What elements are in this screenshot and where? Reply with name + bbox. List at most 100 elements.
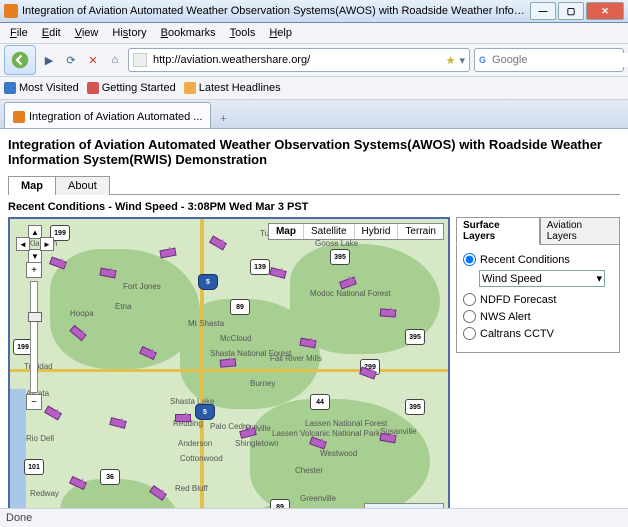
place-label: Mt Shasta bbox=[188, 319, 224, 328]
page-favicon-icon bbox=[133, 53, 147, 67]
place-label: Burney bbox=[250, 379, 275, 388]
route-shield: 5 bbox=[195, 404, 215, 420]
wind-arrow-icon bbox=[159, 248, 176, 259]
pan-left-button[interactable]: ◄ bbox=[16, 237, 30, 251]
place-label: Cottonwood bbox=[180, 454, 223, 463]
layers-panel: Surface Layers Aviation Layers Recent Co… bbox=[456, 217, 620, 527]
place-label: McCloud bbox=[220, 334, 252, 343]
radio-ndfd[interactable] bbox=[463, 293, 476, 306]
place-label: Lassen National Forest bbox=[305, 419, 387, 428]
zoom-in-button[interactable]: + bbox=[26, 262, 42, 278]
zoom-out-button[interactable]: − bbox=[26, 394, 42, 410]
getting-started-icon bbox=[87, 82, 99, 94]
minimize-button[interactable]: — bbox=[530, 2, 556, 20]
tab-about[interactable]: About bbox=[55, 176, 110, 195]
tab-title: Integration of Aviation Automated ... bbox=[29, 111, 202, 123]
menu-bookmarks[interactable]: Bookmarks bbox=[155, 25, 222, 41]
label-recent: Recent Conditions bbox=[480, 254, 570, 266]
search-input[interactable] bbox=[490, 53, 628, 67]
status-text: Done bbox=[6, 512, 32, 524]
place-label: Anderson bbox=[178, 439, 212, 448]
maximize-button[interactable]: ▢ bbox=[558, 2, 584, 20]
reload-button[interactable]: ⟳ bbox=[62, 51, 80, 69]
place-label: Red Bluff bbox=[175, 484, 208, 493]
new-tab-button[interactable]: + bbox=[213, 110, 233, 128]
wind-arrow-icon bbox=[220, 358, 237, 367]
map-subtitle: Recent Conditions - Wind Speed - 3:08PM … bbox=[8, 201, 620, 213]
url-bar[interactable]: ★ ▾ bbox=[128, 48, 470, 72]
search-bar[interactable]: G bbox=[474, 48, 624, 72]
menu-view[interactable]: View bbox=[69, 25, 105, 41]
zoom-handle[interactable] bbox=[28, 312, 42, 322]
place-label: Lassen Volcanic National Park bbox=[272, 429, 380, 438]
wind-arrow-icon bbox=[380, 308, 397, 317]
label-nws: NWS Alert bbox=[480, 311, 531, 323]
menu-history[interactable]: History bbox=[106, 25, 152, 41]
bookmark-most-visited[interactable]: Most Visited bbox=[4, 82, 79, 94]
highway bbox=[200, 219, 204, 527]
chevron-down-icon: ▾ bbox=[596, 272, 602, 285]
forward-button[interactable]: ▶ bbox=[40, 51, 58, 69]
tab-map[interactable]: Map bbox=[8, 176, 56, 195]
firefox-icon bbox=[4, 4, 18, 18]
maptype-hybrid[interactable]: Hybrid bbox=[354, 224, 398, 239]
maptype-terrain[interactable]: Terrain bbox=[397, 224, 443, 239]
bookmark-star-icon[interactable]: ★ bbox=[446, 54, 456, 67]
route-shield: 44 bbox=[310, 394, 330, 410]
tab-aviation-layers[interactable]: Aviation Layers bbox=[540, 217, 620, 245]
label-ndfd: NDFD Forecast bbox=[480, 294, 556, 306]
place-label: Rio Dell bbox=[26, 434, 54, 443]
dropdown-icon[interactable]: ▾ bbox=[459, 54, 465, 67]
back-button[interactable] bbox=[4, 45, 36, 75]
home-button[interactable]: ⌂ bbox=[106, 51, 124, 69]
stop-button[interactable]: ✕ bbox=[84, 51, 102, 69]
page-heading: Integration of Aviation Automated Weathe… bbox=[8, 137, 620, 167]
close-button[interactable]: ✕ bbox=[586, 2, 624, 20]
map-canvas[interactable]: Klamath Hoopa Fort Jones Etna Arcata Tri… bbox=[8, 217, 450, 527]
wind-arrow-icon bbox=[109, 417, 127, 429]
browser-tab[interactable]: Integration of Aviation Automated ... bbox=[4, 102, 211, 128]
wind-arrow-icon bbox=[269, 267, 287, 279]
zoom-slider[interactable] bbox=[30, 281, 38, 393]
place-label: Greenville bbox=[300, 494, 336, 503]
pan-right-button[interactable]: ► bbox=[40, 237, 54, 251]
menu-edit[interactable]: Edit bbox=[36, 25, 67, 41]
radio-recent-conditions[interactable] bbox=[463, 253, 476, 266]
radio-cctv[interactable] bbox=[463, 327, 476, 340]
maptype-map[interactable]: Map bbox=[269, 224, 303, 239]
bookmark-latest-headlines[interactable]: Latest Headlines bbox=[184, 82, 281, 94]
status-bar: Done bbox=[0, 508, 628, 527]
route-shield: 139 bbox=[250, 259, 270, 275]
dropdown-value: Wind Speed bbox=[482, 273, 542, 285]
place-label: Modoc National Forest bbox=[310, 289, 390, 298]
nav-toolbar: ▶ ⟳ ✕ ⌂ ★ ▾ G bbox=[0, 44, 628, 77]
map-type-selector: Map Satellite Hybrid Terrain bbox=[268, 223, 444, 240]
route-shield: 5 bbox=[198, 274, 218, 290]
rss-icon bbox=[184, 82, 196, 94]
route-shield: 395 bbox=[330, 249, 350, 265]
place-label: Etna bbox=[115, 302, 131, 311]
place-label: Chester bbox=[295, 466, 323, 475]
wind-arrow-icon bbox=[209, 236, 227, 251]
page-content: Integration of Aviation Automated Weathe… bbox=[0, 129, 628, 527]
place-label: Fall River Mills bbox=[270, 354, 322, 363]
wind-arrow-icon bbox=[175, 414, 191, 422]
pan-down-button[interactable]: ▼ bbox=[28, 249, 42, 263]
menu-tools[interactable]: Tools bbox=[224, 25, 262, 41]
bookmark-getting-started[interactable]: Getting Started bbox=[87, 82, 176, 94]
window-title: Integration of Aviation Automated Weathe… bbox=[22, 5, 526, 17]
label-cctv: Caltrans CCTV bbox=[480, 328, 554, 340]
place-label: Redway bbox=[30, 489, 59, 498]
route-shield: 101 bbox=[24, 459, 44, 475]
place-label: Shingletown bbox=[235, 439, 279, 448]
place-label: Fort Jones bbox=[123, 282, 161, 291]
radio-nws[interactable] bbox=[463, 310, 476, 323]
tab-surface-layers[interactable]: Surface Layers bbox=[456, 217, 540, 245]
menu-bar: File Edit View History Bookmarks Tools H… bbox=[0, 23, 628, 44]
menu-help[interactable]: Help bbox=[263, 25, 298, 41]
dropdown-variable[interactable]: Wind Speed ▾ bbox=[479, 270, 605, 287]
maptype-satellite[interactable]: Satellite bbox=[303, 224, 354, 239]
url-input[interactable] bbox=[151, 53, 442, 67]
bookmarks-toolbar: Most Visited Getting Started Latest Head… bbox=[0, 77, 628, 100]
menu-file[interactable]: File bbox=[4, 25, 34, 41]
